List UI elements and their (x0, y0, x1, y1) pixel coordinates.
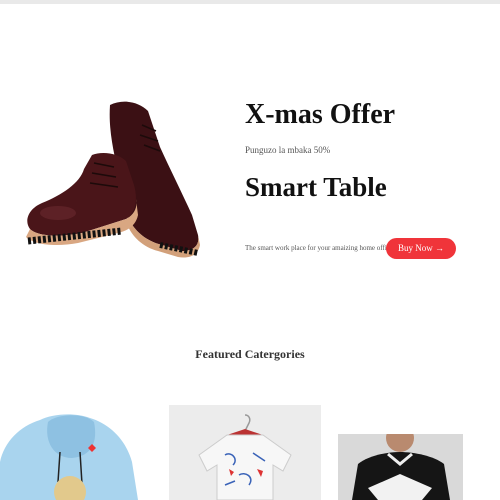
featured-categories-heading: Featured Catergories (195, 347, 305, 361)
product-title: Smart Table (245, 172, 387, 202)
hero-text-block: X-mas Offer Punguzo la mbaka 50% Smart T… (245, 98, 495, 204)
hoodie-image (0, 414, 138, 500)
buy-now-button[interactable]: Buy Now → (386, 238, 456, 259)
product-tagline: The smart work place for your amaizing h… (245, 244, 393, 252)
category-card-printed-shirt[interactable] (169, 405, 321, 500)
cta-row: The smart work place for your amaizing h… (245, 238, 500, 260)
offer-subtitle: Punguzo la mbaka 50% (245, 145, 331, 155)
leather-shoes-image (26, 101, 200, 258)
printed-shirt-image (169, 405, 321, 500)
top-border (0, 0, 500, 4)
category-card-hoodie[interactable] (0, 412, 150, 500)
category-card-black-tshirt[interactable] (338, 434, 463, 500)
black-tshirt-image (338, 434, 463, 500)
offer-title: X-mas Offer (245, 99, 396, 130)
